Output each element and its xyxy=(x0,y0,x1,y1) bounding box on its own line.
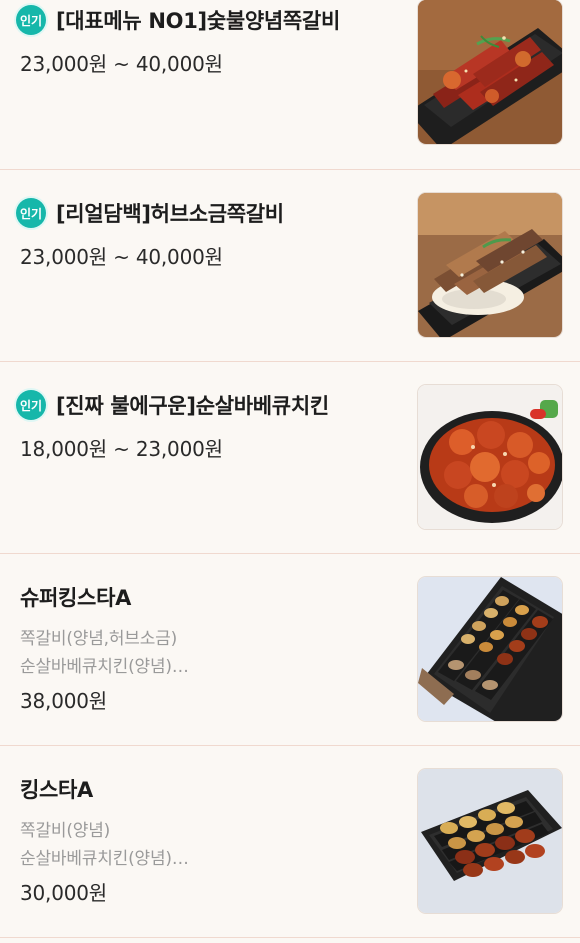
menu-name: [진짜 불에구운]순살바베큐치킨 xyxy=(56,394,329,418)
menu-item-bbq-chicken[interactable]: 인기 [진짜 불에구운]순살바베큐치킨 18,000원 ~ 23,000원 xyxy=(0,362,580,554)
menu-item-signature-rib[interactable]: 인기 [대표메뉴 NO1]숯불양념쪽갈비 23,000원 ~ 40,000원 xyxy=(0,0,580,170)
menu-name: [리얼담백]허브소금쪽갈비 xyxy=(56,202,284,226)
menu-price: 30,000원 xyxy=(20,881,107,905)
popular-badge: 인기 xyxy=(16,198,46,228)
menu-title-row: 인기 [대표메뉴 NO1]숯불양념쪽갈비 xyxy=(16,3,340,37)
menu-title-row: 인기 [리얼담백]허브소금쪽갈비 xyxy=(16,196,284,230)
menu-price: 38,000원 xyxy=(20,689,107,713)
menu-list: 인기 [대표메뉴 NO1]숯불양념쪽갈비 23,000원 ~ 40,000원 인… xyxy=(0,0,580,943)
menu-name: [대표메뉴 NO1]숯불양념쪽갈비 xyxy=(56,9,340,33)
super-set-box-photo[interactable] xyxy=(417,576,563,722)
menu-description-line: 쪽갈비(양념,허브소금) xyxy=(20,629,178,649)
menu-title-row: 킹스타A xyxy=(20,772,93,806)
menu-price: 23,000원 ~ 40,000원 xyxy=(20,52,223,76)
set-box-photo[interactable] xyxy=(417,768,563,914)
menu-name: 슈퍼킹스타A xyxy=(20,586,132,610)
bbq-rib-photo[interactable] xyxy=(417,0,563,145)
menu-item-king-star-a[interactable]: 킹스타A 쪽갈비(양념) 순살바베큐치킨(양념)… 30,000원 xyxy=(0,746,580,938)
popular-badge: 인기 xyxy=(16,390,46,420)
bbq-chicken-photo[interactable] xyxy=(417,384,563,530)
menu-price: 23,000원 ~ 40,000원 xyxy=(20,245,223,269)
menu-title-row: 슈퍼킹스타A xyxy=(20,580,131,614)
popular-badge: 인기 xyxy=(16,5,46,35)
menu-title-row: 인기 [진짜 불에구운]순살바베큐치킨 xyxy=(16,388,329,422)
menu-item-herb-rib[interactable]: 인기 [리얼담백]허브소금쪽갈비 23,000원 ~ 40,000원 xyxy=(0,170,580,362)
menu-description-line: 쪽갈비(양념) xyxy=(20,821,111,841)
menu-name: 킹스타A xyxy=(20,778,94,802)
menu-price: 18,000원 ~ 23,000원 xyxy=(20,437,223,461)
menu-description-line: 순살바베큐치킨(양념)… xyxy=(20,657,189,677)
herb-rib-photo[interactable] xyxy=(417,192,563,338)
menu-description-line: 순살바베큐치킨(양념)… xyxy=(20,849,189,869)
menu-item-super-king-star-a[interactable]: 슈퍼킹스타A 쪽갈비(양념,허브소금) 순살바베큐치킨(양념)… 38,000원 xyxy=(0,554,580,746)
